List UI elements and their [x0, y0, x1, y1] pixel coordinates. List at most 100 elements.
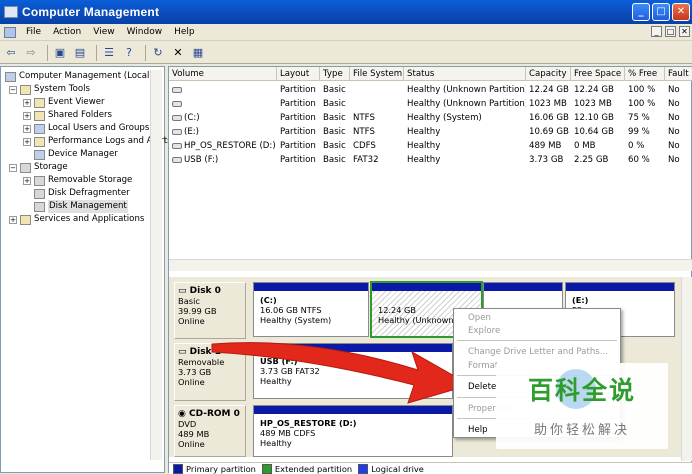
close-button[interactable]: ✕	[672, 3, 690, 21]
disk-1-label[interactable]: ▭ Disk 1 Removable 3.73 GB Online	[174, 343, 246, 401]
volume-fault: No	[668, 127, 680, 137]
volume-layout: Partition	[280, 113, 316, 123]
volume-row[interactable]: (C:) Partition Basic NTFS Healthy (Syste…	[169, 111, 692, 125]
column-header-fault[interactable]: Fault	[665, 67, 692, 81]
partition-usb-f[interactable]: USB (F:) 3.73 GB FAT32 Healthy	[253, 343, 453, 399]
partition-status: Healthy (Unknown	[378, 315, 454, 325]
column-header-file-system[interactable]: File System	[350, 67, 404, 81]
volume-icon	[172, 114, 182, 121]
mdi-close-button[interactable]: ✕	[679, 26, 690, 37]
volume-row[interactable]: HP_OS_RESTORE (D:) Partition Basic CDFS …	[169, 139, 692, 153]
cdrom-0-label[interactable]: ◉ CD-ROM 0 DVD 489 MB Online	[174, 405, 246, 457]
export-icon[interactable]: ▦	[190, 45, 206, 61]
volume-capacity: 10.69 GB	[529, 127, 569, 137]
menu-window[interactable]: Window	[121, 27, 169, 37]
device-manager-icon	[34, 149, 45, 160]
tree-item-label: System Tools	[34, 84, 90, 94]
partition-hp-os-restore[interactable]: HP_OS_RESTORE (D:) 489 MB CDFS Healthy	[253, 405, 453, 457]
menu-help[interactable]: Help	[168, 27, 201, 37]
column-header-volume[interactable]: Volume	[169, 67, 277, 81]
mdi-minimize-button[interactable]: _	[651, 26, 662, 37]
menu-file[interactable]: File	[20, 27, 47, 37]
volume-status: Healthy (Unknown Partition)	[407, 85, 526, 95]
tree-item-label: Shared Folders	[48, 110, 113, 120]
primary-swatch	[173, 463, 183, 474]
disk-0-label[interactable]: ▭ Disk 0 Basic 39.99 GB Online	[174, 282, 246, 339]
column-header-free-space[interactable]: Free Space	[571, 67, 625, 81]
logical-swatch	[358, 463, 369, 474]
minimize-button[interactable]: _	[632, 3, 650, 21]
tree-item-shared-folders[interactable]: + Shared Folders	[23, 109, 112, 122]
tree-item-storage[interactable]: − Storage	[9, 161, 68, 174]
expand-icon[interactable]: +	[9, 215, 17, 224]
column-header-percent-free[interactable]: % Free	[625, 67, 665, 81]
partition-c[interactable]: (C:) 16.06 GB NTFS Healthy (System)	[253, 282, 369, 337]
window-title: Computer Management	[22, 5, 160, 19]
volume-free-space: 12.24 GB	[574, 85, 614, 95]
up-folder-icon[interactable]: ▣	[52, 45, 68, 61]
volume-row[interactable]: Partition Basic Healthy (Unknown Partiti…	[169, 83, 692, 97]
menu-view[interactable]: View	[87, 27, 120, 37]
volume-file-system	[350, 83, 404, 97]
column-header-layout[interactable]: Layout	[277, 67, 320, 81]
partition-name: (C:)	[260, 295, 277, 305]
partition-name: USB (F:)	[260, 356, 298, 366]
volume-type: Basic	[323, 99, 346, 109]
delete-icon[interactable]: ✕	[170, 45, 186, 61]
refresh-icon[interactable]: ↻	[150, 45, 166, 61]
volume-name: (E:)	[169, 125, 277, 139]
column-header-status[interactable]: Status	[404, 67, 526, 81]
volume-row[interactable]: USB (F:) Partition Basic FAT32 Healthy 3…	[169, 153, 692, 167]
tree-item-label: Device Manager	[48, 149, 118, 159]
help-icon[interactable]: ?	[121, 45, 137, 61]
back-icon[interactable]: ⇦	[3, 45, 19, 61]
tree-item-services-applications[interactable]: + Services and Applications	[9, 213, 144, 226]
tree-item-disk-defragmenter[interactable]: Disk Defragmenter	[34, 187, 130, 200]
volume-status: Healthy (Unknown Partition)	[407, 99, 526, 109]
expand-icon[interactable]: +	[23, 124, 31, 133]
tree-item-device-manager[interactable]: Device Manager	[34, 148, 118, 161]
tree-item-system-tools[interactable]: − System Tools	[9, 83, 90, 96]
mdi-restore-button[interactable]: □	[665, 26, 676, 37]
tree-scrollbar[interactable]	[150, 70, 162, 460]
maximize-button[interactable]: □	[652, 3, 670, 21]
tree-item-removable-storage[interactable]: + Removable Storage	[23, 174, 132, 187]
forward-icon[interactable]: ⇨	[23, 45, 39, 61]
menu-item-delete[interactable]: Delete	[468, 382, 496, 392]
collapse-icon[interactable]: −	[9, 85, 17, 94]
disk-view-scrollbar[interactable]	[681, 277, 692, 461]
volume-list-scrollbar[interactable]	[169, 259, 692, 271]
volume-row[interactable]: Partition Basic Healthy (Unknown Partiti…	[169, 97, 692, 111]
volume-layout: Partition	[280, 127, 316, 137]
menu-item-help[interactable]: Help	[468, 425, 488, 435]
tree-item-computer-management[interactable]: Computer Management (Local)	[5, 70, 153, 83]
column-header-type[interactable]: Type	[320, 67, 350, 81]
collapse-icon[interactable]: −	[9, 163, 17, 172]
expand-icon[interactable]: +	[23, 111, 31, 120]
volume-row[interactable]: (E:) Partition Basic NTFS Healthy 10.69 …	[169, 125, 692, 139]
volume-percent-free: 100 %	[628, 85, 656, 95]
menu-item-change-drive-letter[interactable]: Change Drive Letter and Paths...	[468, 347, 608, 357]
menu-item-open[interactable]: Open	[468, 313, 491, 323]
partition-status: Healthy	[260, 376, 292, 386]
tree-item-event-viewer[interactable]: + Event Viewer	[23, 96, 105, 109]
volume-percent-free: 60 %	[628, 155, 650, 165]
partition-name: (E:)	[572, 295, 589, 305]
menu-action[interactable]: Action	[47, 27, 87, 37]
volume-type: Basic	[323, 85, 346, 95]
expand-icon[interactable]: +	[23, 137, 31, 146]
column-header-capacity[interactable]: Capacity	[526, 67, 571, 81]
tree-item-disk-management[interactable]: Disk Management	[34, 200, 128, 213]
menu-item-explore[interactable]: Explore	[468, 326, 500, 336]
disk-status: Online	[178, 316, 205, 326]
expand-icon[interactable]: +	[23, 176, 31, 185]
tree-item-local-users[interactable]: + Local Users and Groups	[23, 122, 149, 135]
system-menu-icon[interactable]	[4, 26, 16, 38]
volume-free-space: 12.10 GB	[574, 113, 614, 123]
console-tree: Computer Management (Local) − System Too…	[0, 66, 172, 473]
show-tree-icon[interactable]: ▤	[72, 45, 88, 61]
properties-icon[interactable]: ☰	[101, 45, 117, 61]
expand-icon[interactable]: +	[23, 98, 31, 107]
volume-layout: Partition	[280, 141, 316, 151]
watermark-subtitle: 助你轻松解决	[533, 423, 630, 438]
